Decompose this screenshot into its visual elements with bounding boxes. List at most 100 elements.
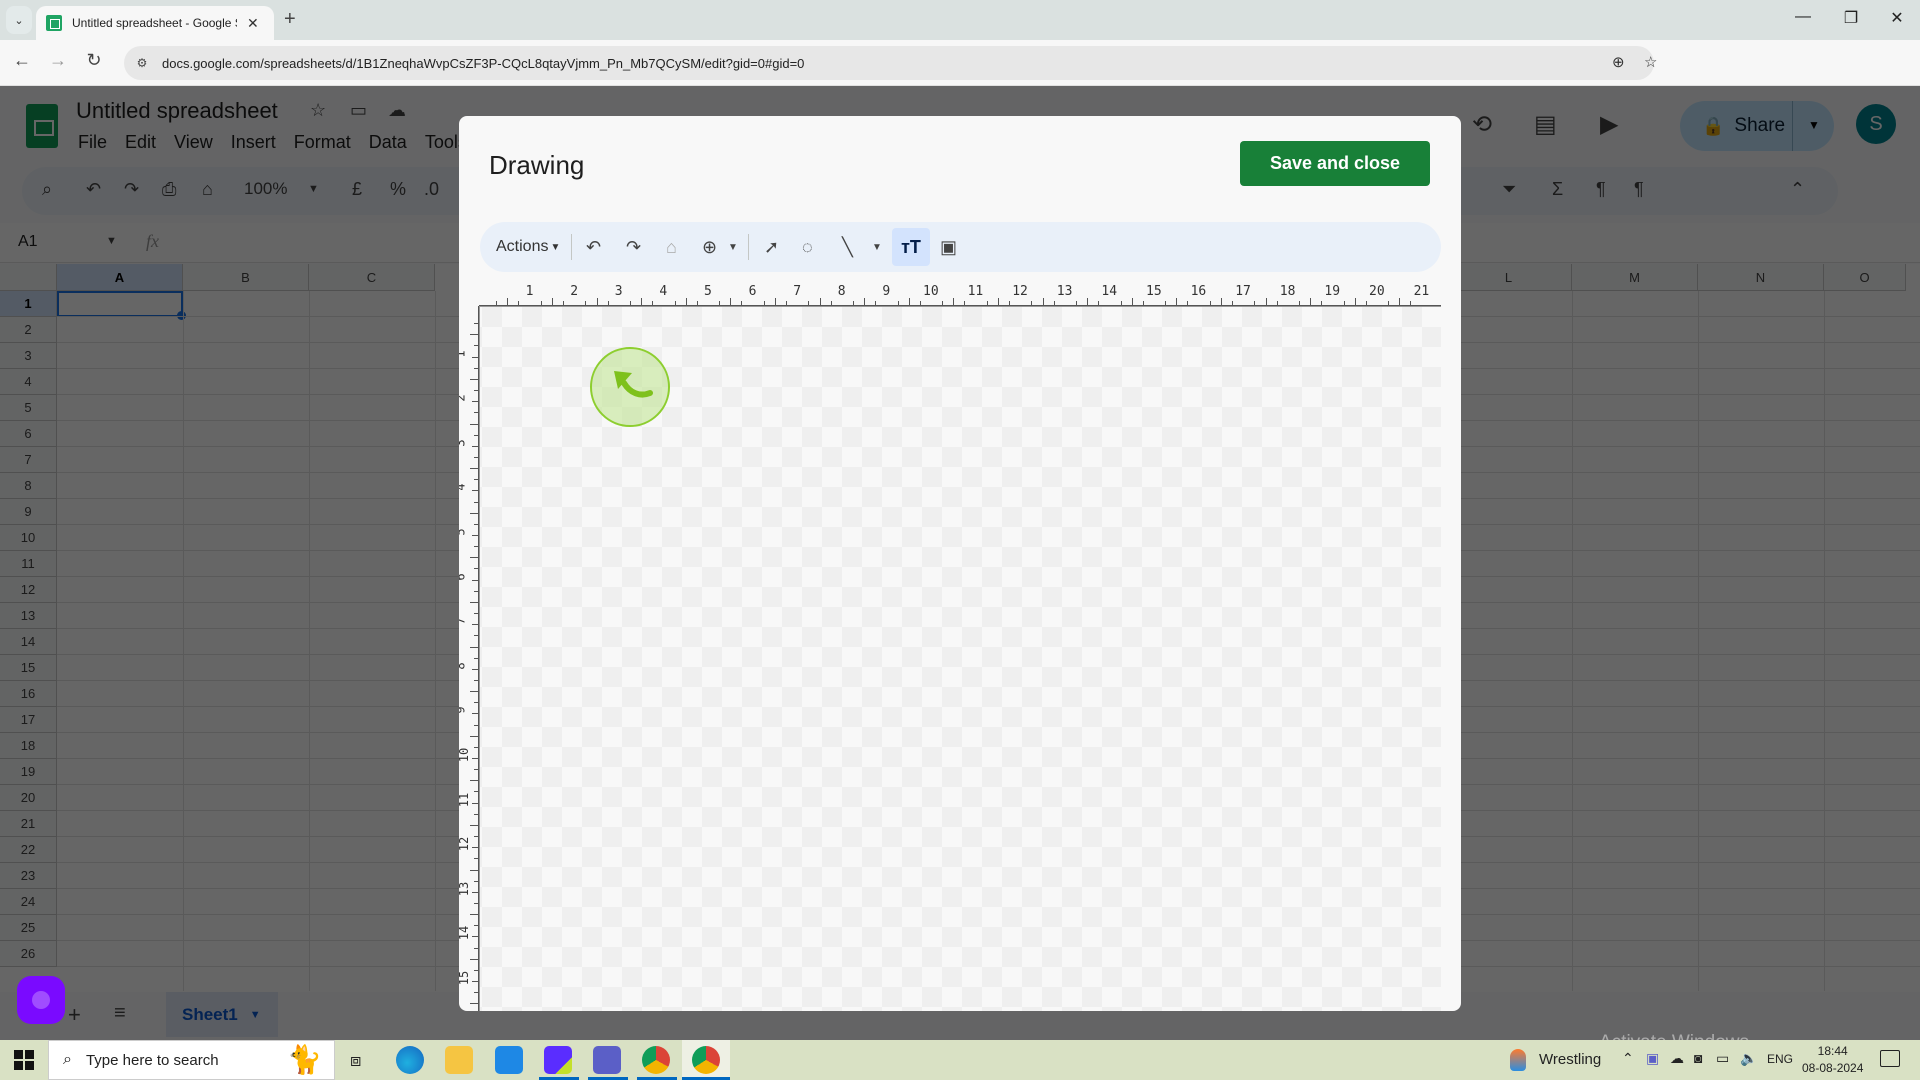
zoom-icon[interactable]: ⊕ <box>702 235 717 259</box>
ruler-label: 2 <box>459 395 468 402</box>
ruler-tick <box>470 780 478 782</box>
reload-icon[interactable]: ↻ <box>82 50 106 71</box>
ruler-tick <box>470 869 478 871</box>
language-indicator[interactable]: ENG <box>1767 1052 1793 1066</box>
ruler-tick <box>470 468 478 470</box>
tab-title: Untitled spreadsheet - Google S <box>72 16 237 30</box>
save-and-close-button[interactable]: Save and close <box>1240 141 1430 186</box>
chrome-profile-a-icon[interactable] <box>642 1046 670 1074</box>
url-text[interactable]: docs.google.com/spreadsheets/d/1B1Zneqha… <box>162 56 804 71</box>
text-box-icon[interactable]: ᴛT <box>892 228 930 266</box>
clock-date: 08-08-2024 <box>1802 1061 1864 1075</box>
close-tab-icon[interactable]: ✕ <box>247 15 259 32</box>
paint-format-icon[interactable]: ⌂ <box>666 235 677 259</box>
mail-icon[interactable] <box>495 1046 523 1074</box>
sheets-favicon-icon <box>46 15 62 31</box>
drawing-canvas[interactable] <box>479 306 1441 1011</box>
ruler-tick <box>474 345 478 347</box>
ruler-label: 8 <box>459 662 468 669</box>
bookmark-star-icon[interactable]: ☆ <box>1644 53 1657 71</box>
shape-icon[interactable]: ◌ <box>802 235 813 259</box>
ruler-tick <box>1187 301 1189 305</box>
ruler-label: 5 <box>704 284 712 299</box>
volume-icon[interactable]: 🔈 <box>1740 1050 1757 1067</box>
vertical-ruler: 123456789101112131415 <box>459 306 479 1011</box>
curved-arrow-shape[interactable] <box>590 347 670 427</box>
task-view-icon[interactable]: ⧈ <box>350 1050 361 1071</box>
ruler-tick <box>474 523 478 525</box>
ruler-label: 6 <box>459 573 468 580</box>
ruler-tick <box>964 301 966 305</box>
onedrive-cloud-icon[interactable]: ☁ <box>1670 1050 1684 1067</box>
weather-label[interactable]: Wrestling <box>1539 1051 1601 1068</box>
ruler-tick <box>470 958 478 960</box>
ruler-tick <box>986 301 988 305</box>
line-icon[interactable]: ╲ <box>842 235 853 259</box>
line-dropdown-icon[interactable]: ▼ <box>872 235 882 259</box>
redo-icon[interactable]: ↷ <box>626 235 641 259</box>
ruler-label: 15 <box>1146 284 1162 299</box>
chrome-profile-s-icon[interactable] <box>692 1046 720 1074</box>
zoom-dropdown-icon[interactable]: ▼ <box>728 235 738 259</box>
network-icon[interactable]: ▭ <box>1716 1050 1729 1067</box>
ruler-tick <box>474 947 478 949</box>
ruler-tick <box>470 691 478 693</box>
new-tab-button[interactable]: + <box>284 8 296 31</box>
undo-icon[interactable]: ↶ <box>586 235 601 259</box>
ruler-label: 18 <box>1279 284 1296 299</box>
close-window-button[interactable]: ✕ <box>1882 8 1912 28</box>
actions-menu[interactable]: Actions ▼ <box>496 235 560 259</box>
app-icon[interactable] <box>544 1046 572 1074</box>
ruler-label: 8 <box>837 284 846 299</box>
ruler-tick <box>1399 298 1401 305</box>
ruler-tick <box>472 624 478 626</box>
assistant-floating-button[interactable] <box>17 976 65 1024</box>
ruler-tick <box>470 601 478 603</box>
ruler-tick <box>674 301 676 305</box>
select-cursor-icon[interactable]: ➚ <box>764 235 779 259</box>
weather-torch-icon[interactable] <box>1510 1049 1526 1071</box>
ruler-tick <box>1388 301 1390 305</box>
teams-tray-icon[interactable]: ▣ <box>1646 1050 1659 1067</box>
camera-icon[interactable]: ◙ <box>1694 1050 1702 1066</box>
ruler-label: 10 <box>459 747 472 763</box>
cat-illustration-icon: 🐈 <box>287 1044 322 1075</box>
minimize-button[interactable]: — <box>1788 8 1818 26</box>
ruler-tick <box>474 836 478 838</box>
ruler-tick <box>472 758 478 759</box>
ruler-tick <box>470 512 478 514</box>
browser-tab-active[interactable]: Untitled spreadsheet - Google S ✕ <box>36 6 274 40</box>
ruler-label: 13 <box>1056 284 1073 299</box>
ruler-label: 9 <box>459 707 468 714</box>
file-explorer-icon[interactable] <box>445 1046 473 1074</box>
ruler-label: 4 <box>459 484 468 491</box>
ruler-tick <box>474 479 478 481</box>
ruler-label: 2 <box>570 284 579 299</box>
ruler-tick <box>474 568 478 570</box>
edge-icon[interactable] <box>396 1046 424 1074</box>
tab-search-button[interactable]: ⌄ <box>6 6 32 34</box>
url-bar[interactable]: ⚙ docs.google.com/spreadsheets/d/1B1Zneq… <box>124 46 1657 80</box>
address-bar-row: ← → ↻ ⚙ docs.google.com/spreadsheets/d/1… <box>0 40 1920 114</box>
windows-start-icon[interactable] <box>14 1050 34 1070</box>
ruler-tick <box>1031 301 1033 305</box>
taskbar-search-box[interactable]: ⌕ Type here to search 🐈 <box>48 1040 335 1080</box>
back-arrow-icon[interactable]: ← <box>10 50 34 71</box>
ruler-label: 1 <box>459 350 468 357</box>
ruler-tick <box>474 702 478 704</box>
ruler-tick <box>741 301 743 305</box>
notifications-icon[interactable] <box>1880 1050 1900 1067</box>
image-icon[interactable]: ▣ <box>940 235 957 259</box>
forward-arrow-icon[interactable]: → <box>46 50 70 71</box>
ruler-tick <box>472 445 478 447</box>
site-info-icon[interactable]: ⚙ <box>132 56 152 70</box>
zoom-icon[interactable]: ⊕ <box>1612 53 1625 71</box>
clock-time: 18:44 <box>1817 1044 1848 1058</box>
teams-icon[interactable] <box>593 1046 621 1074</box>
clock[interactable]: 18:44 08-08-2024 <box>1802 1043 1863 1077</box>
show-hidden-icons-chevron-icon[interactable]: ⌃ <box>1622 1050 1634 1067</box>
ruler-tick <box>470 735 478 737</box>
restore-button[interactable]: ❐ <box>1836 8 1866 28</box>
search-placeholder: Type here to search <box>85 1051 219 1069</box>
ruler-tick <box>518 301 520 305</box>
